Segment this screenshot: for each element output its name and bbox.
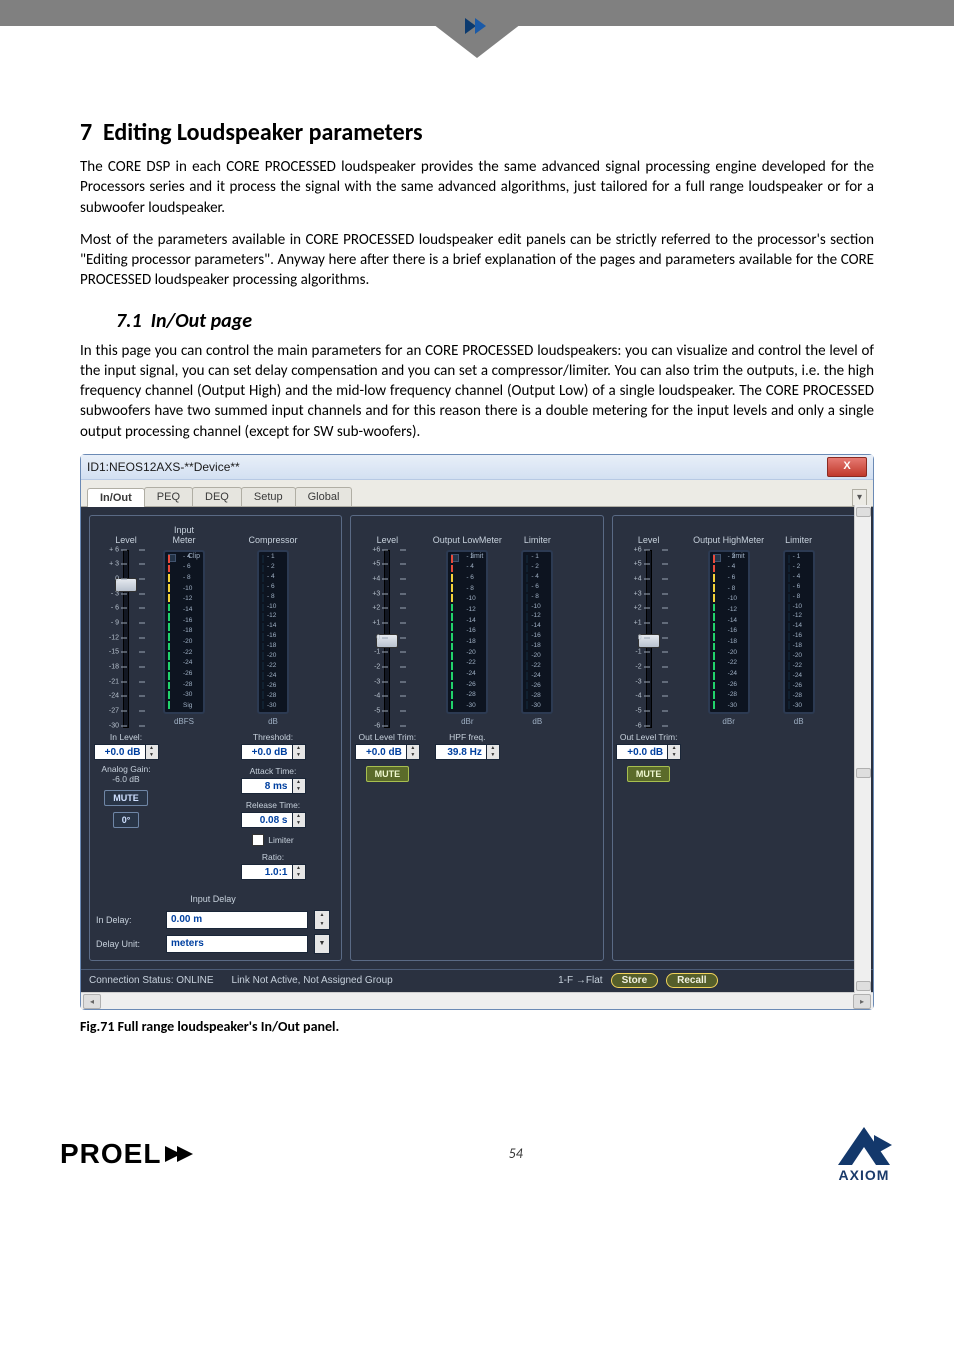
threshold-label: Threshold: xyxy=(253,732,293,742)
recall-button[interactable]: Recall xyxy=(666,973,717,988)
hpf-label: HPF freq. xyxy=(449,732,485,742)
column-label: Output HighMeter xyxy=(693,522,764,546)
dialog-title-bar[interactable]: ID1:NEOS12AXS-**Device** X xyxy=(81,455,873,480)
compressor-gr-meter: - 1- 2- 4- 6- 8-10-12-14-16-18-20-22-24-… xyxy=(256,550,290,726)
tab-deq[interactable]: DEQ xyxy=(192,487,242,506)
subsection-heading: 7.1 In/Out page xyxy=(116,309,874,333)
attack-spinner[interactable]: 8 ms▲▼ xyxy=(241,778,306,794)
input-mute-button[interactable]: MUTE xyxy=(104,790,148,806)
connection-status: Connection Status: ONLINE xyxy=(89,975,214,986)
output-high-group: Level +6+5+4+3+2+10-1-2-3-4-5-6 Out Leve… xyxy=(612,515,865,961)
dialog-status-bar: Connection Status: ONLINE Link Not Activ… xyxy=(81,969,873,992)
delay-unit-label: Delay Unit: xyxy=(96,939,160,949)
input-phase-button[interactable]: 0° xyxy=(113,812,140,828)
in-delay-label: In Delay: xyxy=(96,915,160,925)
column-label: Level xyxy=(377,522,399,546)
chevron-down-icon[interactable]: ▼ xyxy=(314,934,330,954)
ratio-spinner[interactable]: 1.0:1▲▼ xyxy=(241,864,306,880)
column-label: Level xyxy=(638,522,660,546)
in-delay-stepper[interactable]: ▲▼ xyxy=(314,910,330,930)
delay-unit-select[interactable]: meters xyxy=(166,935,308,953)
column-label: Compressor xyxy=(248,522,297,546)
store-button[interactable]: Store xyxy=(611,973,659,988)
proel-logo: PROEL xyxy=(60,1138,197,1170)
in-delay-value[interactable]: 0.00 m xyxy=(166,911,308,929)
ratio-label: Ratio: xyxy=(262,852,284,862)
paragraph: Most of the parameters available in CORE… xyxy=(80,230,874,291)
hpf-spinner[interactable]: 39.8 Hz▲▼ xyxy=(435,744,500,760)
page-footer: PROEL 54 AXIOM xyxy=(0,1105,954,1213)
preset-name: 1-F →Flat xyxy=(558,975,602,986)
dialog-title: ID1:NEOS12AXS-**Device** xyxy=(87,460,240,474)
in-level-spinner[interactable]: +0.0 dB ▲▼ xyxy=(94,744,159,760)
column-label: Limiter xyxy=(785,522,812,546)
column-label: Output LowMeter xyxy=(433,522,502,546)
input-delay-group: Input Delay In Delay: 0.00 m ▲▼ Delay Un… xyxy=(96,894,330,954)
output-low-group: Level +6+5+4+3+2+10-1-2-3-4-5-6 Out Leve… xyxy=(350,515,603,961)
limiter-checkbox[interactable]: Limiter xyxy=(252,834,294,846)
input-meter: Clip - 4- 6- 8-10-12-14-16-18-20-22-24-2… xyxy=(162,550,206,726)
column-label: Input Meter xyxy=(172,522,195,546)
panel-body: Level + 6+ 30- 3- 6- 9-12-15-18-21-24-27… xyxy=(81,507,873,969)
paragraph: In this page you can control the main pa… xyxy=(80,341,874,442)
output-high-trim-slider[interactable]: +6+5+4+3+2+10-1-2-3-4-5-6 xyxy=(622,550,676,726)
section-heading: 7 Editing Loudspeaker parameters xyxy=(80,118,874,147)
horizontal-scrollbar[interactable]: ◂▸ xyxy=(81,992,873,1009)
tab-setup[interactable]: Setup xyxy=(241,487,296,506)
link-status: Link Not Active, Not Assigned Group xyxy=(232,975,393,986)
output-low-trim-slider[interactable]: +6+5+4+3+2+10-1-2-3-4-5-6 xyxy=(360,550,414,726)
output-high-mute-button[interactable]: MUTE xyxy=(627,766,671,782)
output-high-trim-spinner[interactable]: +0.0 dB▲▼ xyxy=(616,744,681,760)
vertical-scrollbar[interactable] xyxy=(854,505,871,993)
release-label: Release Time: xyxy=(246,800,300,810)
figure-caption: Fig.71 Full range loudspeaker's In/Out p… xyxy=(80,1018,874,1035)
axiom-logo: AXIOM xyxy=(834,1125,894,1183)
output-low-trim-spinner[interactable]: +0.0 dB▲▼ xyxy=(355,744,420,760)
output-low-meter: limit - 2- 4- 6- 8-10-12-14-16-18-20-22-… xyxy=(445,550,489,726)
close-button[interactable]: X xyxy=(827,457,867,477)
column-label: Level xyxy=(115,522,137,546)
threshold-spinner[interactable]: +0.0 dB▲▼ xyxy=(241,744,306,760)
tab-bar: In/Out PEQ DEQ Setup Global ▾ xyxy=(81,480,873,507)
tab-overflow-icon[interactable]: ▾ xyxy=(852,489,867,506)
analog-gain-readout: Analog Gain: -6.0 dB xyxy=(101,764,150,784)
out-trim-label: Out Level Trim: xyxy=(359,732,417,742)
attack-label: Attack Time: xyxy=(250,766,297,776)
out-trim-label: Out Level Trim: xyxy=(620,732,678,742)
input-channel-group: Level + 6+ 30- 3- 6- 9-12-15-18-21-24-27… xyxy=(89,515,342,961)
tab-peq[interactable]: PEQ xyxy=(144,487,193,506)
output-high-limiter-meter: - 1- 2- 4- 6- 8-10-12-14-16-18-20-22-24-… xyxy=(782,550,816,726)
input-level-slider[interactable]: + 6+ 30- 3- 6- 9-12-15-18-21-24-27-30 xyxy=(99,550,153,726)
in-level-label: In Level: xyxy=(110,732,142,742)
output-low-mute-button[interactable]: MUTE xyxy=(366,766,410,782)
output-low-limiter-meter: - 1- 2- 4- 6- 8-10-12-14-16-18-20-22-24-… xyxy=(520,550,554,726)
output-high-meter: limit - 2- 4- 6- 8-10-12-14-16-18-20-22-… xyxy=(707,550,751,726)
page-number: 54 xyxy=(509,1145,523,1162)
tab-in-out[interactable]: In/Out xyxy=(87,488,145,507)
column-label: Limiter xyxy=(524,522,551,546)
device-dialog: ID1:NEOS12AXS-**Device** X In/Out PEQ DE… xyxy=(80,454,874,1010)
header-bar xyxy=(0,0,954,26)
paragraph: The CORE DSP in each CORE PROCESSED loud… xyxy=(80,157,874,218)
release-spinner[interactable]: 0.08 s▲▼ xyxy=(241,812,306,828)
tab-global[interactable]: Global xyxy=(295,487,353,506)
